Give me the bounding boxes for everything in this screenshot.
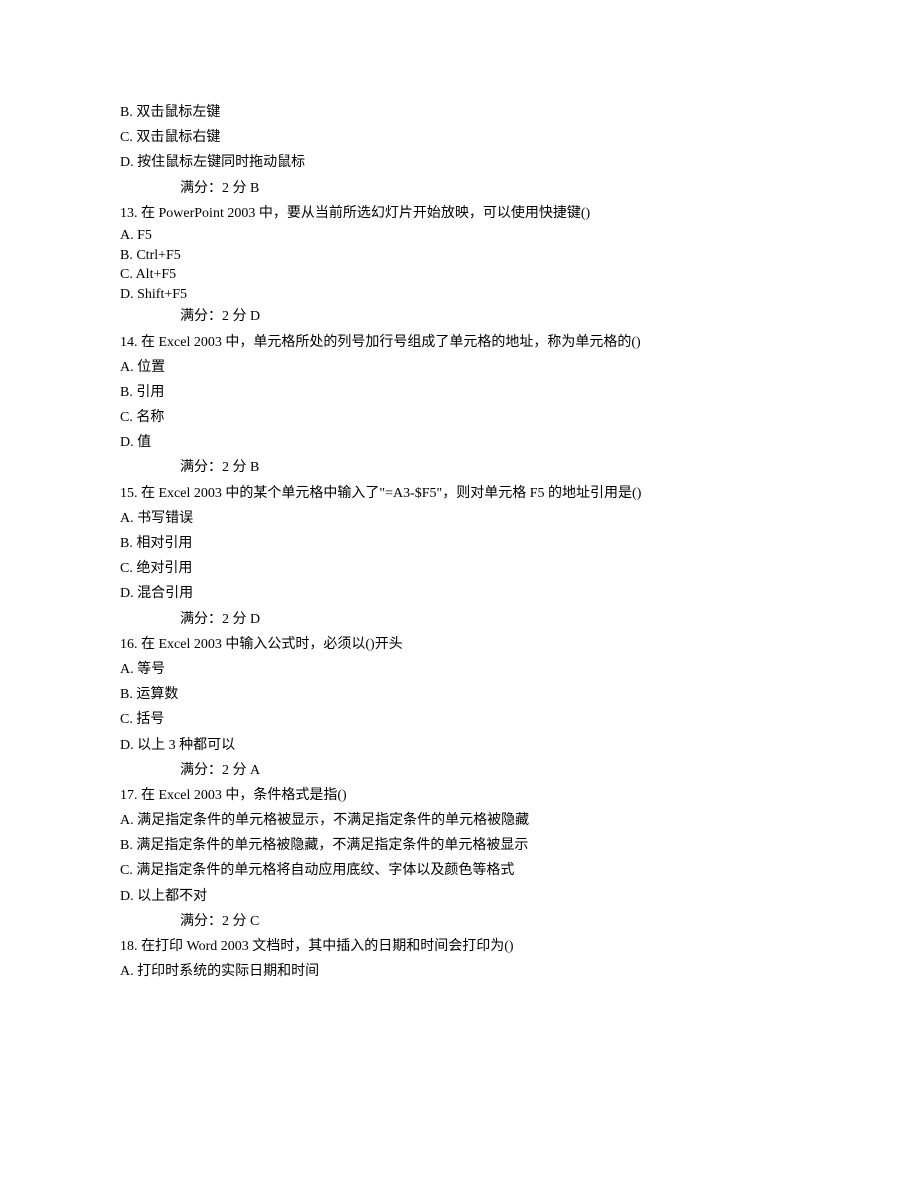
text-line: 满分：2 分 B: [120, 455, 800, 480]
text-line: B. 相对引用: [120, 531, 800, 556]
text-line: 16. 在 Excel 2003 中输入公式时，必须以()开头: [120, 632, 800, 657]
text-line: B. Ctrl+F5: [120, 246, 800, 266]
text-line: C. 括号: [120, 707, 800, 732]
text-line: D. 按住鼠标左键同时拖动鼠标: [120, 150, 800, 175]
text-line: B. 运算数: [120, 682, 800, 707]
text-line: C. 绝对引用: [120, 556, 800, 581]
text-line: A. 书写错误: [120, 506, 800, 531]
text-line: 满分：2 分 B: [120, 176, 800, 201]
text-line: C. Alt+F5: [120, 265, 800, 285]
text-line: 13. 在 PowerPoint 2003 中，要从当前所选幻灯片开始放映，可以…: [120, 201, 800, 226]
text-line: A. 等号: [120, 657, 800, 682]
text-line: C. 双击鼠标右键: [120, 125, 800, 150]
text-line: D. 以上都不对: [120, 884, 800, 909]
text-line: C. 名称: [120, 405, 800, 430]
text-line: A. F5: [120, 226, 800, 246]
text-line: 满分：2 分 D: [120, 304, 800, 329]
text-line: A. 打印时系统的实际日期和时间: [120, 959, 800, 984]
text-line: B. 双击鼠标左键: [120, 100, 800, 125]
document-body: B. 双击鼠标左键C. 双击鼠标右键D. 按住鼠标左键同时拖动鼠标满分：2 分 …: [120, 100, 800, 984]
text-line: 满分：2 分 A: [120, 758, 800, 783]
text-line: D. 值: [120, 430, 800, 455]
text-line: D. 以上 3 种都可以: [120, 733, 800, 758]
text-line: 满分：2 分 D: [120, 607, 800, 632]
text-line: 15. 在 Excel 2003 中的某个单元格中输入了"=A3-$F5"，则对…: [120, 481, 800, 506]
text-line: A. 位置: [120, 355, 800, 380]
text-line: 18. 在打印 Word 2003 文档时，其中插入的日期和时间会打印为(): [120, 934, 800, 959]
text-line: 满分：2 分 C: [120, 909, 800, 934]
text-line: C. 满足指定条件的单元格将自动应用底纹、字体以及颜色等格式: [120, 858, 800, 883]
text-line: D. Shift+F5: [120, 285, 800, 305]
text-line: 17. 在 Excel 2003 中，条件格式是指(): [120, 783, 800, 808]
text-line: B. 满足指定条件的单元格被隐藏，不满足指定条件的单元格被显示: [120, 833, 800, 858]
text-line: D. 混合引用: [120, 581, 800, 606]
text-line: 14. 在 Excel 2003 中，单元格所处的列号加行号组成了单元格的地址，…: [120, 330, 800, 355]
text-line: B. 引用: [120, 380, 800, 405]
text-line: A. 满足指定条件的单元格被显示，不满足指定条件的单元格被隐藏: [120, 808, 800, 833]
